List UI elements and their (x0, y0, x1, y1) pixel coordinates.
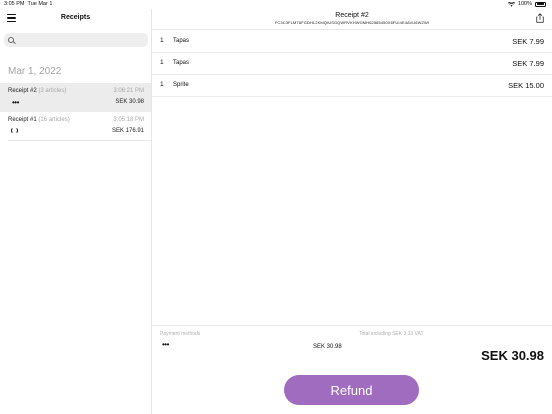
receipt-title-heading: Receipt #2 (335, 12, 369, 19)
item-quantity: 1 (160, 81, 164, 88)
search-input[interactable] (16, 34, 144, 46)
receipt-list-item[interactable]: Receipt #1 (16 articles) 3:05:18 PM SEK … (0, 112, 151, 141)
item-quantity: 1 (160, 59, 164, 66)
status-time: 3:05 PM Tue Mar 1 (4, 1, 52, 7)
receipt-list-item[interactable]: Receipt #2 (3 articles) 3:06:21 PM ••• S… (0, 83, 151, 112)
sidebar-header: Receipts (0, 9, 151, 30)
share-icon[interactable] (536, 13, 544, 23)
dots-icon: ••• (162, 340, 169, 349)
date-section-header: Mar 1, 2022 (8, 66, 62, 77)
line-item[interactable]: 1 Tapas SEK 7.99 (152, 30, 552, 53)
item-name: Tapas (173, 60, 190, 66)
receipt-article-count: (3 articles) (38, 88, 67, 94)
payment-methods-label: Payment methods (160, 331, 201, 337)
search-icon (8, 36, 14, 43)
sidebar: Receipts Mar 1, 2022 Receipt #2 (3 artic… (0, 9, 152, 414)
receipt-detail: Receipt #2 FC3C3FLMT6FGDHL2KMQIUSGQWRVKH… (152, 9, 552, 414)
dots-icon: ••• (12, 98, 19, 107)
receipt-amount: SEK 30.98 (115, 99, 144, 105)
item-price: SEK 7.99 (512, 59, 544, 68)
receipt-amount: SEK 176.91 (111, 128, 144, 134)
item-price: SEK 7.99 (512, 37, 544, 46)
receipt-header: Receipt #2 FC3C3FLMT6FGDHL2KMQIUSGQWRVKH… (152, 9, 552, 30)
battery-percent: 100% (517, 1, 532, 7)
wifi-icon (507, 1, 515, 7)
receipt-title: Receipt #1 (16 articles) (8, 117, 70, 123)
status-bar: 3:05 PM Tue Mar 1 100% (0, 0, 552, 9)
refund-button[interactable]: Refund (284, 375, 419, 405)
status-date: Tue Mar 1 (27, 1, 53, 7)
line-item[interactable]: 1 Tapas SEK 7.99 (152, 52, 552, 75)
receipt-title: Receipt #2 (3 articles) (8, 88, 66, 94)
divider (8, 140, 151, 141)
item-price: SEK 15.00 (508, 81, 544, 90)
status-right: 100% (507, 1, 546, 7)
receipt-time: 3:06:21 PM (113, 88, 144, 94)
status-time-value: 3:05 PM (4, 1, 25, 7)
spinner-icon (11, 127, 18, 134)
receipt-name: Receipt #2 (8, 88, 37, 94)
item-name: Sprite (173, 82, 189, 88)
receipt-id: FC3C3FLMT6FGDHL2KMQIUSGQWRVKHWGMH6258545… (274, 20, 430, 25)
search-bar[interactable] (4, 33, 148, 47)
total-vat-label: Total including SEK 3.33 VAT (359, 331, 424, 337)
line-item[interactable]: 1 Sprite SEK 15.00 (152, 74, 552, 97)
sidebar-title: Receipts (60, 14, 91, 21)
footer-divider (152, 325, 552, 326)
grand-total: SEK 30.98 (481, 348, 544, 363)
receipt-article-count: (16 articles) (38, 117, 70, 123)
receipt-time: 3:05:18 PM (113, 117, 144, 123)
receipt-name: Receipt #1 (8, 117, 37, 123)
item-quantity: 1 (160, 37, 164, 44)
payment-amount: SEK 30.98 (313, 344, 342, 350)
item-name: Tapas (173, 38, 190, 44)
battery-icon (535, 1, 546, 7)
